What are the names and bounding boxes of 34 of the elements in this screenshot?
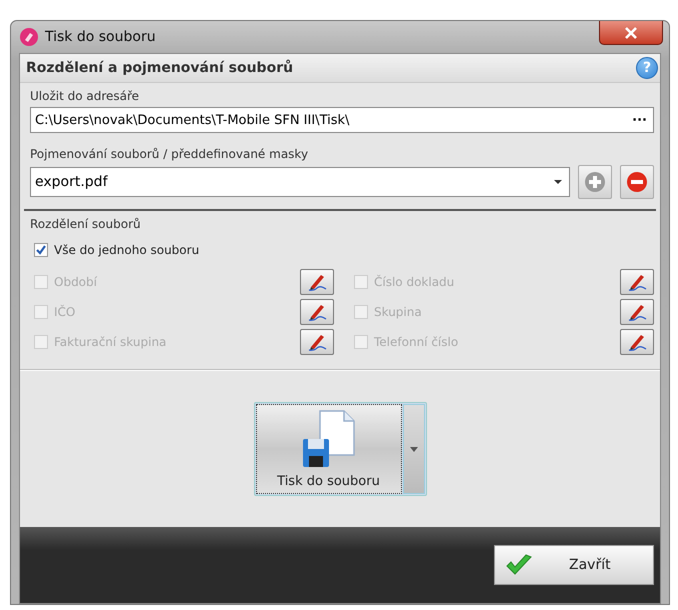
close-dialog-button[interactable]: Zavřít — [494, 545, 654, 585]
pencil-icon — [306, 272, 328, 292]
edit-button[interactable] — [300, 329, 334, 355]
app-icon — [19, 27, 39, 47]
edit-button[interactable] — [300, 299, 334, 325]
print-to-file-button[interactable]: Tisk do souboru — [256, 404, 402, 494]
pencil-icon — [626, 302, 648, 322]
edit-button[interactable] — [300, 269, 334, 295]
minus-icon — [626, 171, 648, 193]
directory-label: Uložit do adresáře — [30, 89, 140, 103]
edit-button[interactable] — [620, 329, 654, 355]
checkmark-icon — [505, 554, 533, 576]
split-label: Rozdělení souborů — [30, 217, 142, 231]
help-button[interactable]: ? — [636, 57, 658, 79]
edit-button[interactable] — [620, 269, 654, 295]
caret-icon — [410, 446, 418, 452]
close-icon — [624, 26, 638, 38]
edit-button[interactable] — [620, 299, 654, 325]
dropdown-caret-icon[interactable] — [553, 179, 563, 185]
naming-combobox[interactable]: export.pdf — [30, 167, 570, 197]
close-button[interactable] — [599, 21, 663, 45]
section-title: Rozdělení a pojmenování souborů — [26, 60, 294, 76]
remove-button[interactable] — [620, 165, 654, 199]
pencil-icon — [306, 332, 328, 352]
all-in-one-checkbox[interactable]: Vše do jednoho souboru — [34, 243, 654, 257]
naming-label: Pojmenování souborů / předdefinované masky — [30, 147, 310, 161]
pencil-icon — [626, 332, 648, 352]
window-title: Tisk do souboru — [45, 29, 157, 45]
browse-button[interactable]: ··· — [632, 112, 647, 128]
pencil-icon — [306, 302, 328, 322]
pencil-icon — [626, 272, 648, 292]
check-icon — [35, 244, 47, 256]
plus-icon — [584, 171, 606, 193]
directory-field[interactable]: C:\Users\novak\Documents\T-Mobile SFN III\Tisk\ ··· — [30, 107, 654, 133]
